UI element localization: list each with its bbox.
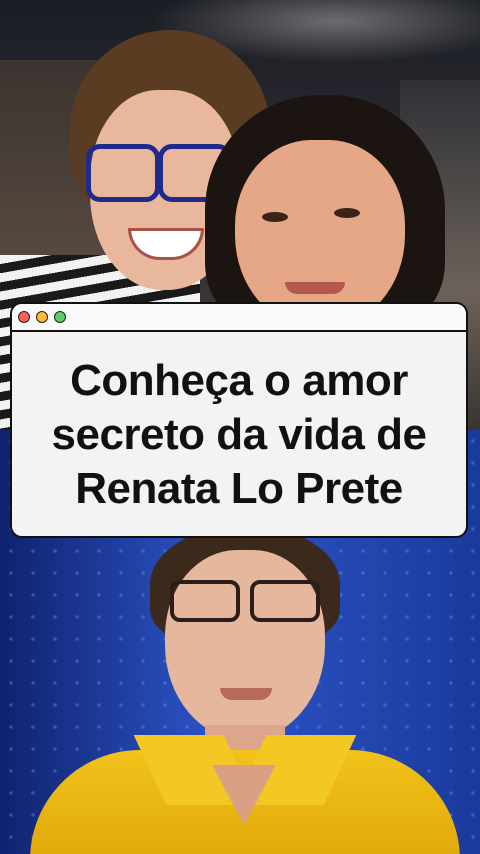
woman-right-smile (285, 282, 345, 294)
card-body: Conheça o amor secreto da vida de Renata… (12, 332, 466, 536)
card-titlebar (12, 304, 466, 332)
minimize-dot-icon (36, 311, 48, 323)
headline: Conheça o amor secreto da vida de Renata… (52, 354, 427, 516)
headline-line-3: Renata Lo Prete (75, 464, 403, 513)
woman-right-eye (334, 208, 360, 218)
video-frame: Conheça o amor secreto da vida de Renata… (0, 0, 480, 854)
headline-line-1: Conheça o amor (70, 356, 408, 405)
headline-line-2: secreto da vida de (51, 410, 427, 459)
headline-card: Conheça o amor secreto da vida de Renata… (10, 302, 468, 538)
close-dot-icon (18, 311, 30, 323)
anchor-face (165, 550, 325, 740)
woman-right-eye (262, 212, 288, 222)
anchor-glasses (170, 580, 320, 622)
anchor-lips (220, 688, 272, 700)
maximize-dot-icon (54, 311, 66, 323)
